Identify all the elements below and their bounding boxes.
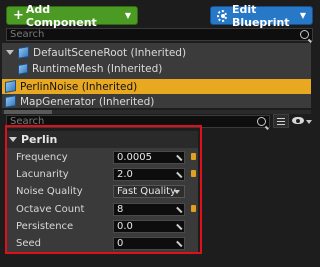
view-options-button[interactable] bbox=[291, 114, 313, 128]
tree-item-label: PerlinNoise (Inherited) bbox=[20, 80, 138, 93]
property-row-persistence: Persistence 0.0 bbox=[6, 218, 198, 235]
actor-component-icon bbox=[5, 95, 16, 108]
search-icon bbox=[257, 117, 266, 126]
chevron-down-icon bbox=[174, 190, 180, 194]
property-matrix-button[interactable] bbox=[273, 114, 289, 128]
property-label: Persistence bbox=[16, 221, 74, 232]
lacunarity-field[interactable]: 2.0 bbox=[113, 168, 185, 181]
chevron-down-icon: ▼ bbox=[124, 11, 131, 20]
chevron-down-icon: ▼ bbox=[299, 11, 306, 20]
property-row-lacunarity: Lacunarity 2.0 bbox=[6, 166, 198, 183]
frequency-field[interactable]: 0.0005 bbox=[113, 151, 185, 164]
reset-to-default-icon[interactable] bbox=[191, 153, 196, 160]
property-value: 0.0005 bbox=[117, 152, 152, 163]
property-label: Lacunarity bbox=[16, 169, 69, 180]
tree-item-perlinnoise[interactable]: PerlinNoise (Inherited) bbox=[2, 79, 311, 94]
octave-count-field[interactable]: 8 bbox=[113, 203, 185, 216]
property-label: Seed bbox=[16, 238, 41, 249]
property-label: Noise Quality bbox=[16, 186, 83, 197]
seed-field[interactable]: 0 bbox=[113, 237, 185, 250]
property-row-octave-count: Octave Count 8 bbox=[6, 201, 198, 218]
property-row-frequency: Frequency 0.0005 bbox=[6, 149, 198, 166]
plus-icon: + bbox=[13, 8, 24, 23]
tree-item-label: RuntimeMesh (Inherited) bbox=[32, 62, 163, 75]
tree-item-defaultsceneroot[interactable]: DefaultSceneRoot (Inherited) bbox=[2, 45, 311, 60]
collapse-arrow-icon[interactable] bbox=[9, 137, 17, 142]
edit-blueprint-label: Edit Blueprint bbox=[231, 2, 290, 29]
actor-component-icon bbox=[5, 80, 16, 93]
drag-value-icon bbox=[176, 171, 182, 177]
drag-value-icon bbox=[176, 223, 182, 229]
details-search-box bbox=[6, 115, 270, 128]
noise-quality-dropdown[interactable]: Fast Quality bbox=[113, 185, 185, 198]
list-icon-line bbox=[277, 124, 285, 125]
drag-value-icon bbox=[176, 240, 182, 246]
add-component-label: Add Component bbox=[25, 2, 97, 29]
details-panel: Perlin Frequency 0.0005 Lacunarity 2.0 N… bbox=[6, 131, 198, 253]
property-value: 8 bbox=[117, 204, 124, 215]
property-value: 2.0 bbox=[117, 169, 133, 180]
reset-to-default-icon[interactable] bbox=[191, 170, 196, 177]
add-component-button[interactable]: + Add Component ▼ bbox=[6, 3, 138, 29]
property-label: Octave Count bbox=[16, 204, 85, 215]
details-search-input[interactable] bbox=[7, 116, 269, 127]
persistence-field[interactable]: 0.0 bbox=[113, 220, 185, 233]
property-label: Frequency bbox=[16, 152, 68, 163]
components-search-box bbox=[6, 28, 313, 41]
property-row-seed: Seed 0 bbox=[6, 235, 198, 252]
property-value: 0.0 bbox=[117, 221, 133, 232]
property-row-noise-quality: Noise Quality Fast Quality bbox=[6, 183, 198, 200]
tree-item-label: MapGenerator (Inherited) bbox=[20, 95, 155, 108]
property-value: Fast Quality bbox=[117, 186, 177, 197]
tree-item-mapgenerator[interactable]: MapGenerator (Inherited) bbox=[2, 94, 311, 109]
chevron-down-icon bbox=[306, 120, 312, 124]
list-icon-line bbox=[277, 121, 285, 122]
drag-value-icon bbox=[176, 154, 182, 160]
drag-value-icon bbox=[176, 206, 182, 212]
tree-item-label: DefaultSceneRoot (Inherited) bbox=[33, 46, 187, 59]
expand-arrow-icon[interactable] bbox=[6, 50, 14, 55]
reset-to-default-icon[interactable] bbox=[191, 205, 196, 212]
eye-icon bbox=[292, 117, 304, 124]
toolbar: + Add Component ▼ Edit Blueprint ▼ bbox=[0, 0, 315, 29]
tree-scrollbar[interactable] bbox=[2, 110, 311, 114]
mesh-component-icon bbox=[18, 62, 28, 75]
component-tree: DefaultSceneRoot (Inherited) RuntimeMesh… bbox=[2, 43, 311, 108]
property-value: 0 bbox=[117, 238, 124, 249]
section-title: Perlin bbox=[21, 133, 58, 146]
scene-component-icon bbox=[18, 46, 29, 59]
gear-icon bbox=[217, 9, 227, 22]
list-icon-line bbox=[277, 118, 285, 119]
edit-blueprint-button[interactable]: Edit Blueprint ▼ bbox=[210, 3, 313, 29]
search-icon bbox=[300, 30, 309, 39]
tree-item-runtimemesh[interactable]: RuntimeMesh (Inherited) bbox=[2, 61, 311, 76]
components-search-input[interactable] bbox=[7, 29, 312, 40]
perlin-section-header[interactable]: Perlin bbox=[6, 131, 198, 148]
scrollbar-thumb[interactable] bbox=[4, 110, 52, 114]
